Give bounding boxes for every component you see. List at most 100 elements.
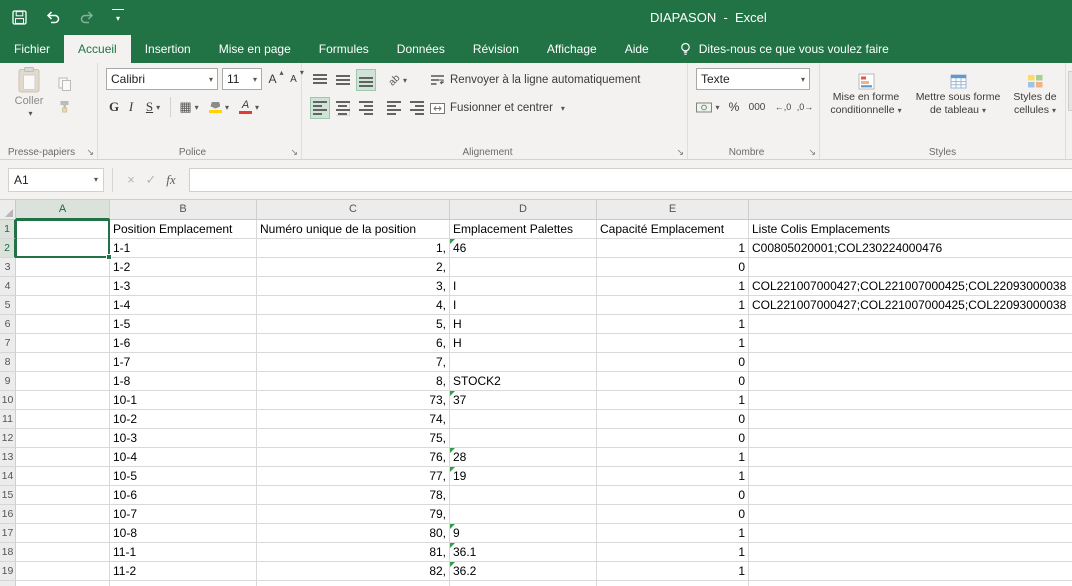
cell-F11[interactable] <box>749 410 1072 429</box>
cell-F3[interactable] <box>749 258 1072 277</box>
middle-align-button[interactable] <box>333 69 353 91</box>
column-header-D[interactable]: D <box>450 200 597 220</box>
cell-D10[interactable]: 37 <box>450 391 597 410</box>
cell-E9[interactable]: 0 <box>597 372 749 391</box>
cell-D6[interactable]: H <box>450 315 597 334</box>
cell-C7[interactable]: 6, <box>257 334 450 353</box>
row-header-3[interactable]: 3 <box>0 258 16 277</box>
cell-D18[interactable]: 36.1 <box>450 543 597 562</box>
cell-C3[interactable]: 2, <box>257 258 450 277</box>
cell-A15[interactable] <box>16 486 110 505</box>
row-header-6[interactable]: 6 <box>0 315 16 334</box>
cell-E3[interactable]: 0 <box>597 258 749 277</box>
borders-button[interactable]: ▦ ▾ <box>176 96 202 118</box>
cell-B4[interactable]: 1-3 <box>110 277 257 296</box>
cell-D19[interactable]: 36.2 <box>450 562 597 581</box>
cell-A7[interactable] <box>16 334 110 353</box>
cell-F4[interactable]: COL221007000427;COL221007000425;COL22093… <box>749 277 1072 296</box>
clipboard-dialog-launcher[interactable]: ↘ <box>86 147 94 157</box>
percent-style-button[interactable]: % <box>726 96 742 118</box>
cell-F10[interactable] <box>749 391 1072 410</box>
cell-B17[interactable]: 10-8 <box>110 524 257 543</box>
cell-E13[interactable]: 1 <box>597 448 749 467</box>
cell-D7[interactable]: H <box>450 334 597 353</box>
cell-E4[interactable]: 1 <box>597 277 749 296</box>
bold-button[interactable]: G <box>106 96 122 118</box>
tab-fichier[interactable]: Fichier <box>0 35 64 63</box>
row-header-10[interactable]: 10 <box>0 391 16 410</box>
row-header-14[interactable]: 14 <box>0 467 16 486</box>
cell-F5[interactable]: COL221007000427;COL221007000425;COL22093… <box>749 296 1072 315</box>
font-name-combo[interactable]: Calibri ▾ <box>106 68 218 90</box>
cell-D11[interactable] <box>450 410 597 429</box>
increase-font-size-button[interactable]: A▴ <box>266 68 286 90</box>
cell-A11[interactable] <box>16 410 110 429</box>
cell-D16[interactable] <box>450 505 597 524</box>
font-size-combo[interactable]: 11 ▾ <box>222 68 262 90</box>
merge-center-button[interactable]: Fusionner et centrer ▾ <box>430 96 565 120</box>
row-header-4[interactable]: 4 <box>0 277 16 296</box>
cell-D4[interactable]: I <box>450 277 597 296</box>
cell-A5[interactable] <box>16 296 110 315</box>
save-button[interactable] <box>10 9 28 27</box>
cell-B13[interactable]: 10-4 <box>110 448 257 467</box>
cell-F12[interactable] <box>749 429 1072 448</box>
accounting-format-button[interactable]: ▾ <box>694 96 722 118</box>
cell-D8[interactable] <box>450 353 597 372</box>
align-left-button[interactable] <box>310 97 330 119</box>
cell-B3[interactable]: 1-2 <box>110 258 257 277</box>
column-header-A[interactable]: A <box>16 200 110 220</box>
align-right-button[interactable] <box>356 97 376 119</box>
cancel-button[interactable]: × <box>121 172 141 187</box>
cell-A13[interactable] <box>16 448 110 467</box>
cell-D5[interactable]: I <box>450 296 597 315</box>
cell-B11[interactable]: 10-2 <box>110 410 257 429</box>
cell-B7[interactable]: 1-6 <box>110 334 257 353</box>
insert-function-button[interactable]: fx <box>161 172 181 188</box>
cell-C18[interactable]: 81, <box>257 543 450 562</box>
cell-E19[interactable]: 1 <box>597 562 749 581</box>
cell-D13[interactable]: 28 <box>450 448 597 467</box>
cell-D3[interactable] <box>450 258 597 277</box>
cell-B9[interactable]: 1-8 <box>110 372 257 391</box>
column-header-F[interactable]: F <box>749 200 1072 220</box>
cell-E8[interactable]: 0 <box>597 353 749 372</box>
column-header-E[interactable]: E <box>597 200 749 220</box>
cell-F14[interactable] <box>749 467 1072 486</box>
cell-A8[interactable] <box>16 353 110 372</box>
cell-B12[interactable]: 10-3 <box>110 429 257 448</box>
cell-C4[interactable]: 3, <box>257 277 450 296</box>
row-header-12[interactable]: 12 <box>0 429 16 448</box>
cell-C9[interactable]: 8, <box>257 372 450 391</box>
paste-button[interactable]: Coller ▾ <box>6 67 52 143</box>
cell-A2[interactable] <box>16 239 110 258</box>
tab-formules[interactable]: Formules <box>305 35 383 63</box>
cell-F6[interactable] <box>749 315 1072 334</box>
decrease-decimal-button[interactable]: ,0→ <box>794 96 816 118</box>
cell-D9[interactable]: STOCK2 <box>450 372 597 391</box>
cell-B2[interactable]: 1-1 <box>110 239 257 258</box>
name-box[interactable]: A1 ▾ <box>8 168 104 192</box>
row-header-13[interactable]: 13 <box>0 448 16 467</box>
cell-E6[interactable]: 1 <box>597 315 749 334</box>
row-header-19[interactable]: 19 <box>0 562 16 581</box>
cell-D2[interactable]: 46 <box>450 239 597 258</box>
cell-E11[interactable]: 0 <box>597 410 749 429</box>
row-header-16[interactable]: 16 <box>0 505 16 524</box>
cell-A14[interactable] <box>16 467 110 486</box>
increase-indent-button[interactable] <box>407 97 427 119</box>
cell-E15[interactable]: 0 <box>597 486 749 505</box>
cell-A9[interactable] <box>16 372 110 391</box>
font-dialog-launcher[interactable]: ↘ <box>290 147 298 157</box>
cell-D14[interactable]: 19 <box>450 467 597 486</box>
cell-A12[interactable] <box>16 429 110 448</box>
cell-E14[interactable]: 1 <box>597 467 749 486</box>
wrap-text-button[interactable]: Renvoyer à la ligne automatiquement <box>430 68 641 92</box>
cell-B19[interactable]: 11-2 <box>110 562 257 581</box>
number-format-combo[interactable]: Texte ▾ <box>696 68 810 90</box>
tab-mise-en-page[interactable]: Mise en page <box>205 35 305 63</box>
cell-B8[interactable]: 1-7 <box>110 353 257 372</box>
column-header-C[interactable]: C <box>257 200 450 220</box>
underline-button[interactable]: S ▾ <box>140 96 166 118</box>
cell-C10[interactable]: 73, <box>257 391 450 410</box>
